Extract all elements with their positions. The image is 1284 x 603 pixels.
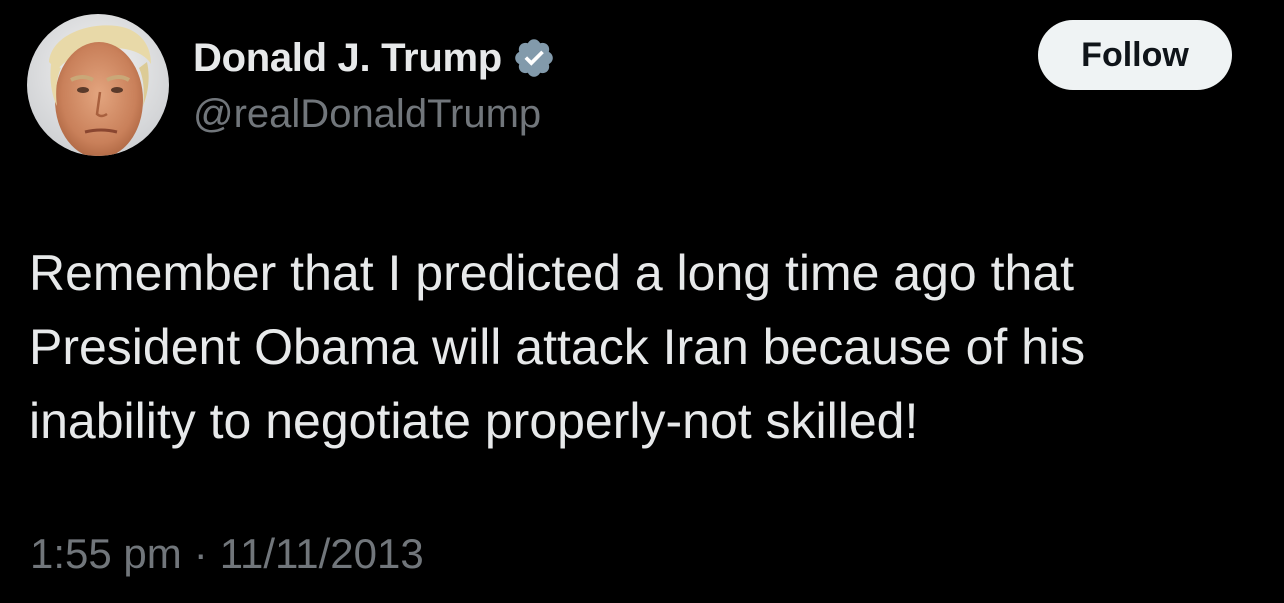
meta-separator: · bbox=[193, 530, 208, 577]
tweet-time[interactable]: 1:55 pm bbox=[30, 530, 182, 578]
author-display-name[interactable]: Donald J. Trump bbox=[193, 36, 502, 81]
tweet-date[interactable]: 11/11/2013 bbox=[220, 530, 424, 578]
profile-avatar[interactable] bbox=[27, 14, 169, 156]
tweet-card: Donald J. Trump @realDonaldTrump Follow … bbox=[0, 0, 1284, 603]
author-name-row: Donald J. Trump bbox=[193, 30, 556, 86]
follow-button[interactable]: Follow bbox=[1038, 20, 1232, 90]
author-handle[interactable]: @realDonaldTrump bbox=[193, 92, 541, 137]
tweet-text-line: President Obama will attack Iran because… bbox=[29, 319, 1086, 375]
verified-badge-icon[interactable] bbox=[512, 36, 556, 80]
tweet-text: Remember that I predicted a long time ag… bbox=[29, 236, 1249, 458]
tweet-timestamp: 1:55 pm · 11/11/2013 bbox=[30, 530, 424, 578]
tweet-text-line: Remember that I predicted a long time ag… bbox=[29, 245, 1075, 301]
avatar-photo bbox=[27, 14, 169, 156]
tweet-text-line: inability to negotiate properly-not skil… bbox=[29, 393, 919, 449]
